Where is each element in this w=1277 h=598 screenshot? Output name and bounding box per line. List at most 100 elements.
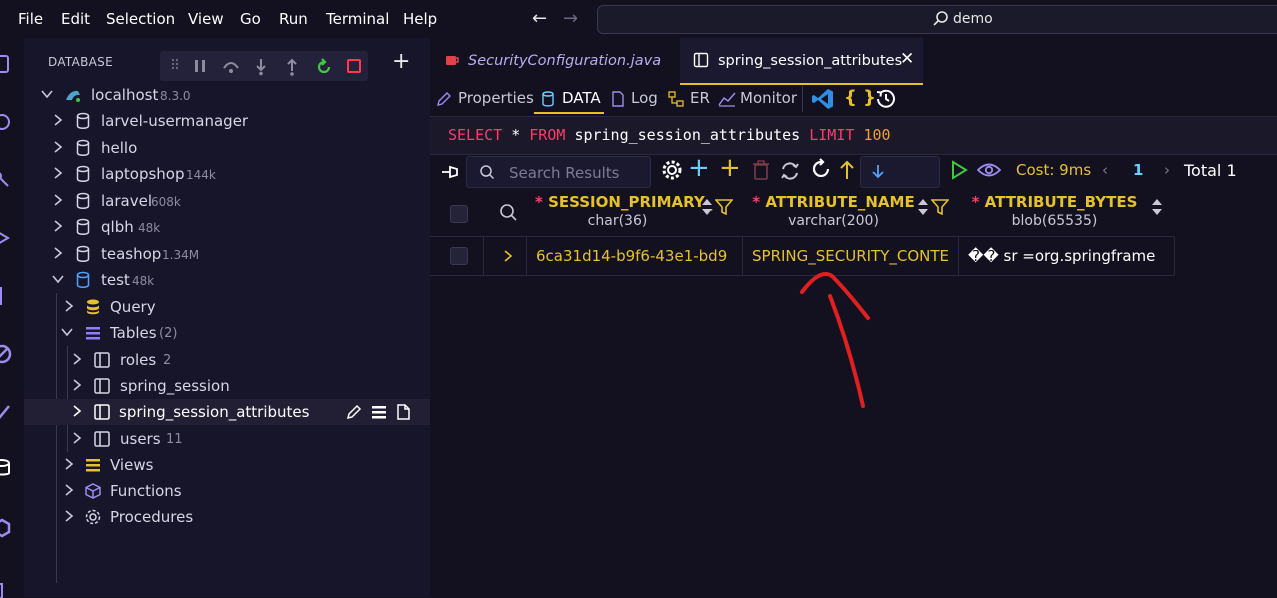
add-row-icon[interactable]: +	[688, 155, 710, 181]
sync-icon[interactable]	[779, 160, 801, 182]
search-results-box[interactable]	[466, 156, 651, 188]
next-page-icon[interactable]: ›	[1164, 161, 1170, 179]
extensions-icon[interactable]	[0, 286, 12, 306]
trash-icon[interactable]	[751, 159, 771, 181]
eye-icon[interactable]	[977, 161, 1001, 179]
subtab-log[interactable]: Log	[631, 89, 658, 107]
subtab-data[interactable]: DATA	[562, 89, 601, 107]
menu-terminal[interactable]: Terminal	[326, 10, 389, 28]
menu-go[interactable]: Go	[240, 10, 261, 28]
filter-icon[interactable]	[931, 199, 949, 215]
command-center[interactable]: demo	[597, 5, 1277, 34]
step-out-icon[interactable]	[285, 58, 299, 76]
add-column-icon[interactable]: +	[719, 155, 741, 181]
tree-views[interactable]: Views	[24, 452, 430, 478]
database-cylinder-icon	[74, 112, 92, 130]
search-icon[interactable]	[499, 203, 517, 221]
plugin-icon[interactable]	[0, 518, 12, 538]
explorer-icon[interactable]	[0, 54, 12, 74]
tree-db-test[interactable]: test 48k	[24, 267, 430, 293]
step-into-icon[interactable]	[254, 58, 268, 76]
tree-db-hello[interactable]: hello	[24, 135, 430, 161]
edit-pencil-icon[interactable]	[345, 403, 363, 421]
subtab-properties[interactable]: Properties	[458, 89, 534, 107]
subtab-monitor[interactable]: Monitor	[740, 89, 797, 107]
history-icon[interactable]	[874, 87, 898, 111]
column-header-session-primary[interactable]: * SESSION_PRIMARY_ char(36)	[527, 191, 743, 236]
vscode-logo-icon[interactable]	[811, 87, 835, 111]
tree-table-roles[interactable]: roles 2	[24, 347, 430, 373]
tab-spring-session-attributes[interactable]: spring_session_attributes ✕	[680, 38, 923, 85]
page-number[interactable]: 1	[1133, 161, 1143, 179]
cell-attribute-bytes[interactable]: �� sr =org.springframe	[958, 237, 1175, 275]
table-label: users	[120, 430, 161, 448]
new-file-icon[interactable]	[394, 403, 412, 421]
settings-gear-icon[interactable]	[661, 159, 683, 181]
drag-handle-icon[interactable]: ⠿	[170, 58, 180, 74]
search-view-icon[interactable]	[0, 112, 12, 132]
sort-icon[interactable]	[701, 197, 713, 217]
db-size: 608k	[151, 195, 181, 209]
prev-page-icon[interactable]: ‹	[1102, 161, 1108, 179]
select-all-checkbox[interactable]	[450, 205, 468, 223]
menu-run[interactable]: Run	[279, 10, 308, 28]
tree-tables[interactable]: Tables (2)	[24, 320, 430, 346]
run-play-icon[interactable]	[949, 159, 969, 181]
sort-icon[interactable]	[917, 197, 929, 217]
row-checkbox[interactable]	[450, 247, 468, 265]
tree-functions[interactable]: Functions	[24, 478, 430, 504]
upload-arrow-icon[interactable]	[839, 159, 855, 181]
search-results-input[interactable]	[507, 162, 647, 184]
json-braces-icon[interactable]: { }	[844, 87, 876, 108]
tree-db-qlbh[interactable]: qlbh 48k	[24, 214, 430, 240]
account-icon[interactable]	[0, 578, 12, 598]
table-icon	[93, 377, 111, 395]
column-header-attribute-name[interactable]: * ATTRIBUTE_NAME varchar(200)	[743, 191, 959, 236]
pin-icon[interactable]	[440, 163, 460, 181]
testing-icon[interactable]	[0, 402, 12, 422]
source-control-icon[interactable]	[0, 170, 12, 190]
menu-help[interactable]: Help	[403, 10, 437, 28]
remote-icon[interactable]	[0, 344, 12, 364]
tree-db-teashop[interactable]: teashop 1.34M	[24, 241, 430, 267]
row-expand-cell[interactable]	[483, 237, 527, 275]
refresh-icon[interactable]	[811, 158, 833, 180]
step-over-icon[interactable]	[222, 58, 240, 74]
tree-db-laravel[interactable]: laravel 608k	[24, 188, 430, 214]
restart-icon[interactable]	[315, 58, 333, 76]
add-connection-button[interactable]: +	[392, 49, 410, 74]
forward-arrow-icon[interactable]: →	[563, 8, 578, 29]
tree-query[interactable]: Query	[24, 294, 430, 320]
subtab-er[interactable]: ER	[690, 89, 710, 107]
database-icon[interactable]	[0, 458, 12, 478]
menu-view[interactable]: View	[188, 10, 224, 28]
database-cylinder-icon	[74, 271, 92, 289]
filter-icon[interactable]	[715, 199, 733, 215]
menu-selection[interactable]: Selection	[106, 10, 175, 28]
tab-security-configuration[interactable]: SecurityConfiguration.java	[430, 38, 678, 83]
menu-file[interactable]: File	[18, 10, 43, 28]
column-header-attribute-bytes[interactable]: * ATTRIBUTE_BYTES blob(65535)	[959, 191, 1175, 236]
connection-version: 8.3.0	[160, 89, 191, 103]
stop-icon[interactable]	[346, 58, 362, 74]
cell-session-primary[interactable]: 6ca31d14-b9f6-43e1-bd9	[526, 237, 743, 275]
chevron-right-icon	[70, 404, 84, 418]
pause-icon[interactable]	[193, 58, 207, 74]
tree-table-users[interactable]: users 11	[24, 426, 430, 452]
sort-icon[interactable]	[1151, 197, 1163, 217]
run-debug-icon[interactable]	[0, 228, 12, 248]
close-icon[interactable]: ✕	[900, 49, 914, 69]
tree-connection-localhost[interactable]: localhost 8.3.0	[24, 82, 430, 108]
tree-procedures[interactable]: Procedures	[24, 504, 430, 530]
tree-db-larvel-usermanager[interactable]: larvel-usermanager	[24, 108, 430, 134]
sql-editor[interactable]: SELECT * FROM spring_session_attributes …	[430, 116, 1277, 155]
db-size: 48k	[138, 221, 160, 235]
menu-edit[interactable]: Edit	[61, 10, 90, 28]
tree-table-spring-session-attributes[interactable]: spring_session_attributes	[24, 399, 430, 425]
list-icon[interactable]	[370, 403, 388, 421]
export-dropdown[interactable]	[860, 156, 940, 188]
tree-db-laptopshop[interactable]: laptopshop 144k	[24, 161, 430, 187]
column-name: ATTRIBUTE_BYTES	[985, 193, 1138, 211]
tree-table-spring-session[interactable]: spring_session	[24, 373, 430, 399]
back-arrow-icon[interactable]: ←	[532, 8, 547, 29]
